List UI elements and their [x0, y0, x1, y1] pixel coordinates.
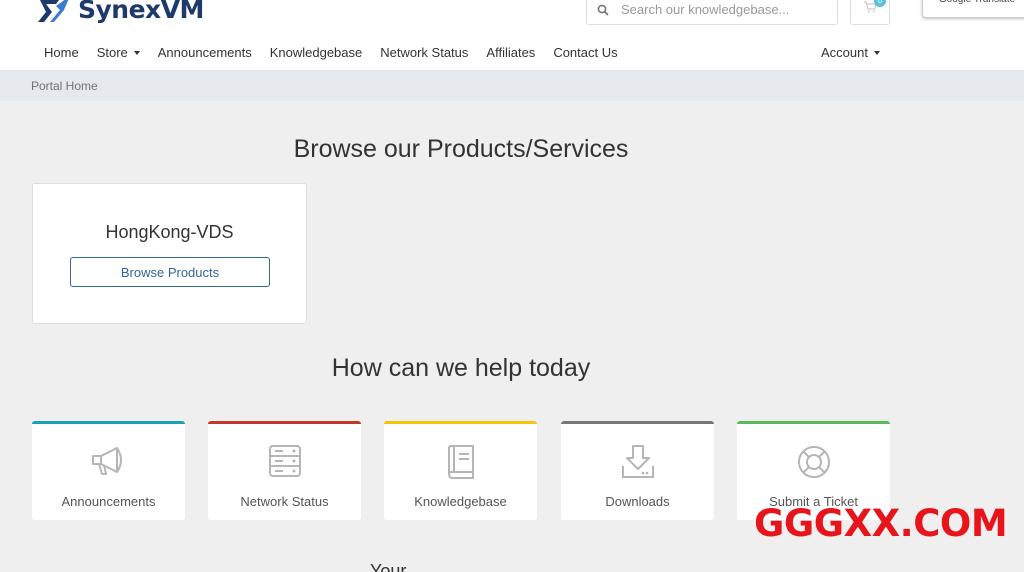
- nav-store[interactable]: Store: [97, 45, 140, 60]
- nav-knowledgebase[interactable]: Knowledgebase: [270, 45, 363, 60]
- server-icon: [268, 445, 301, 477]
- help-card-announcements[interactable]: Announcements: [32, 421, 185, 520]
- nav-contact-us[interactable]: Contact Us: [553, 45, 617, 60]
- nav-network-status[interactable]: Network Status: [380, 45, 468, 60]
- main-nav: Home Store Announcements Knowledgebase N…: [44, 45, 636, 60]
- nav-account[interactable]: Account: [821, 45, 880, 60]
- help-card-label: Announcements: [61, 494, 156, 509]
- search-icon: [597, 4, 609, 16]
- nav-announcements[interactable]: Announcements: [158, 45, 252, 60]
- brand-name: SynexVM: [78, 0, 204, 24]
- help-card-network-status[interactable]: Network Status: [208, 421, 361, 520]
- help-card-knowledgebase[interactable]: Knowledgebase: [384, 421, 537, 520]
- breadcrumb-current: Portal Home: [31, 79, 98, 93]
- nav-home[interactable]: Home: [44, 45, 79, 60]
- book-icon: [447, 445, 474, 479]
- browse-products-button[interactable]: Browse Products: [70, 257, 270, 287]
- download-icon: [621, 445, 654, 478]
- caret-down-icon: [133, 50, 140, 55]
- help-section-title: How can we help today: [331, 354, 591, 382]
- help-card-downloads[interactable]: Downloads: [561, 421, 714, 520]
- megaphone-icon: [91, 447, 122, 475]
- cart-count-badge: 0: [874, 0, 886, 7]
- knowledgebase-search[interactable]: [586, 0, 838, 25]
- caret-down-icon: [873, 50, 880, 55]
- site-header: SynexVM 0 Google Translate Home Store An…: [0, 0, 1024, 70]
- help-card-label: Network Status: [240, 494, 329, 509]
- help-card-label: Knowledgebase: [414, 494, 507, 509]
- account-section-title-peek: Your Account: [370, 562, 407, 572]
- synexvm-logo-icon: [38, 0, 69, 22]
- brand-logo[interactable]: SynexVM: [36, 0, 204, 26]
- cart-button[interactable]: 0: [850, 0, 890, 25]
- nav-affiliates[interactable]: Affiliates: [486, 45, 535, 60]
- watermark-text: GGGXX.COM: [754, 502, 1008, 545]
- google-translate-widget[interactable]: Google Translate: [922, 0, 1024, 18]
- product-name: HongKong-VDS: [105, 222, 234, 242]
- breadcrumb: Portal Home: [0, 70, 1024, 101]
- search-input[interactable]: [621, 2, 821, 17]
- product-card: HongKong-VDS Browse Products: [32, 183, 307, 324]
- products-section-title: Browse our Products/Services: [293, 135, 629, 163]
- help-card-label: Downloads: [605, 494, 670, 509]
- lifebuoy-icon: [797, 446, 830, 478]
